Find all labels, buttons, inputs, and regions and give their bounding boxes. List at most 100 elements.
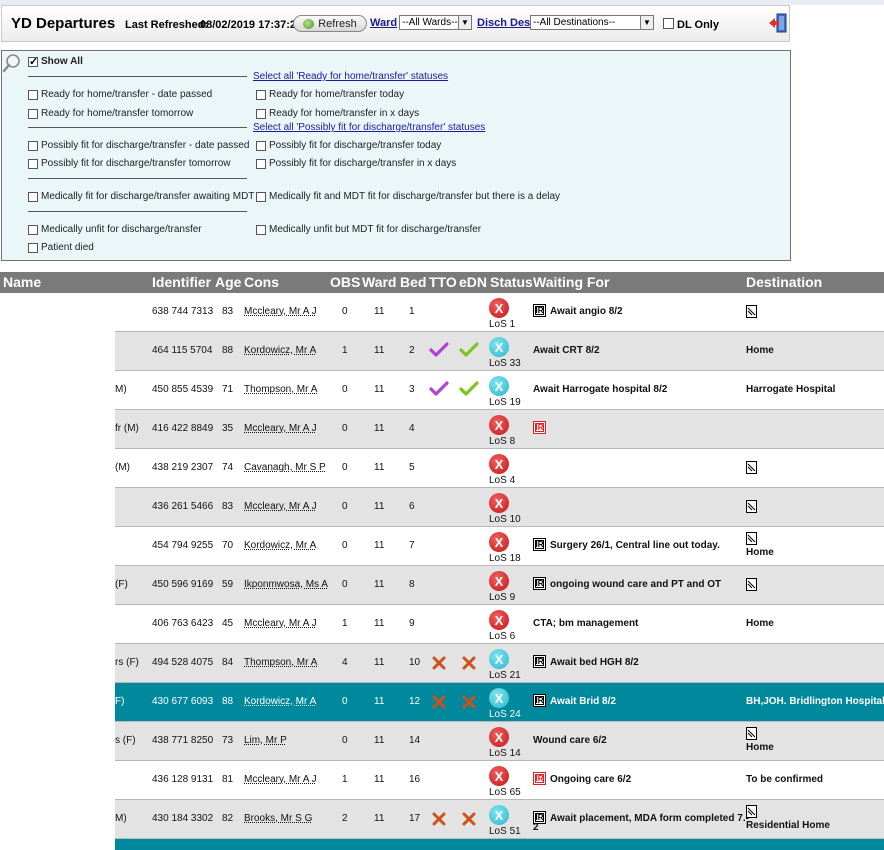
table-row[interactable]: H(F)450 596 916959Ikponmwosa, Ms A0118XL… bbox=[0, 566, 884, 605]
med-unfit-option[interactable]: Medically unfit for discharge/transfer bbox=[28, 224, 202, 235]
ward-link[interactable]: Ward bbox=[370, 17, 397, 29]
ready-today-option[interactable]: Ready for home/transfer today bbox=[256, 89, 404, 100]
note-icon[interactable] bbox=[746, 305, 758, 318]
ir-icon[interactable]: IR bbox=[533, 655, 546, 668]
header-cons[interactable]: Cons bbox=[244, 274, 279, 290]
consultant[interactable]: Mccleary, Mr A J bbox=[244, 618, 317, 629]
header-tto[interactable]: TTO bbox=[429, 274, 457, 290]
table-row[interactable]: Srs (F)494 528 407584Thompson, Mr A41110… bbox=[0, 644, 884, 683]
possibly-tomorrow-option[interactable]: Possibly fit for discharge/transfer tomo… bbox=[28, 158, 231, 169]
consultant[interactable]: Cavanagh, Mr S P bbox=[244, 462, 326, 473]
patient-died-option[interactable]: Patient died bbox=[28, 242, 94, 253]
note-icon[interactable] bbox=[746, 500, 758, 513]
checkbox[interactable] bbox=[256, 108, 266, 119]
tto-cross-icon[interactable] bbox=[432, 656, 446, 673]
magnifier-icon[interactable] bbox=[2, 53, 22, 73]
consultant[interactable]: Mccleary, Mr A J bbox=[244, 501, 317, 512]
table-row[interactable]: F406 763 642345Mccleary, Mr A J1119XLoS … bbox=[0, 605, 884, 644]
med-unfit-mdt-fit-option[interactable]: Medically unfit but MDT fit for discharg… bbox=[256, 224, 481, 235]
header-age[interactable]: Age bbox=[215, 274, 241, 290]
header-destination[interactable]: Destination bbox=[746, 274, 822, 290]
checkbox[interactable] bbox=[28, 224, 38, 235]
edn-cross-icon[interactable] bbox=[462, 695, 476, 712]
note-icon[interactable] bbox=[746, 532, 758, 545]
status-x-icon[interactable]: X bbox=[489, 415, 509, 435]
header-identifier[interactable]: Identifier bbox=[152, 274, 211, 290]
note-icon[interactable] bbox=[746, 461, 758, 474]
ready-x-days-option[interactable]: Ready for home/transfer in x days bbox=[256, 108, 419, 119]
status-x-icon[interactable]: X bbox=[489, 649, 509, 669]
status-x-icon[interactable]: X bbox=[489, 298, 509, 318]
show-all-option[interactable]: Show All bbox=[28, 55, 83, 68]
ir-icon[interactable]: IR bbox=[533, 538, 546, 551]
status-x-icon[interactable]: X bbox=[489, 493, 509, 513]
table-row[interactable]: E638 744 731383Mccleary, Mr A J0111XLoS … bbox=[0, 293, 884, 332]
edn-check-icon[interactable] bbox=[459, 381, 479, 400]
possibly-today-option[interactable]: Possibly fit for discharge/transfer toda… bbox=[256, 140, 441, 151]
exit-door-icon[interactable] bbox=[768, 13, 788, 33]
refresh-button[interactable]: Refresh bbox=[293, 15, 367, 32]
edn-cross-icon[interactable] bbox=[462, 812, 476, 829]
status-x-icon[interactable]: X bbox=[489, 805, 509, 825]
consultant[interactable]: Kordowicz, Mr A bbox=[244, 540, 316, 551]
checkbox[interactable] bbox=[28, 242, 38, 253]
status-x-icon[interactable]: X bbox=[489, 376, 509, 396]
edn-cross-icon[interactable] bbox=[462, 656, 476, 673]
ir-icon[interactable]: IR bbox=[533, 577, 546, 590]
tto-check-icon[interactable] bbox=[429, 381, 449, 400]
note-icon[interactable] bbox=[746, 805, 758, 818]
checkbox[interactable] bbox=[28, 108, 38, 119]
tto-cross-icon[interactable] bbox=[432, 812, 446, 829]
consultant[interactable]: Mccleary, Mr A J bbox=[244, 774, 317, 785]
checkbox[interactable] bbox=[28, 191, 38, 202]
show-all-checkbox[interactable] bbox=[28, 55, 38, 68]
consultant[interactable]: Mccleary, Mr A J bbox=[244, 306, 317, 317]
checkbox[interactable] bbox=[28, 140, 38, 151]
status-x-icon[interactable]: X bbox=[489, 454, 509, 474]
checkbox[interactable] bbox=[28, 158, 38, 169]
checkbox[interactable] bbox=[256, 158, 266, 169]
possibly-date-passed-option[interactable]: Possibly fit for discharge/transfer - da… bbox=[28, 140, 249, 151]
header-name[interactable]: Name bbox=[3, 274, 41, 290]
consultant[interactable]: Thompson, Mr A bbox=[244, 384, 317, 395]
med-fit-mdt-delay-option[interactable]: Medically fit and MDT fit for discharge/… bbox=[256, 191, 560, 202]
status-x-icon[interactable]: X bbox=[489, 610, 509, 630]
status-x-icon[interactable]: X bbox=[489, 766, 509, 786]
table-row[interactable]: M454 794 925570Kordowicz, Mr A0117XLoS 1… bbox=[0, 527, 884, 566]
table-row[interactable]: C436 261 546683Mccleary, Mr A J0116XLoS … bbox=[0, 488, 884, 527]
note-icon[interactable] bbox=[746, 727, 758, 740]
ready-date-passed-option[interactable]: Ready for home/transfer - date passed bbox=[28, 89, 212, 100]
med-fit-awaiting-mdt-option[interactable]: Medically fit for discharge/transfer awa… bbox=[28, 191, 254, 202]
header-bed[interactable]: Bed bbox=[400, 274, 426, 290]
checkbox[interactable] bbox=[256, 191, 266, 202]
consultant[interactable]: Kordowicz, Mr A bbox=[244, 696, 316, 707]
tto-cross-icon[interactable] bbox=[432, 695, 446, 712]
header-edn[interactable]: eDN bbox=[459, 274, 487, 290]
note-icon[interactable] bbox=[746, 578, 758, 591]
possibly-x-days-option[interactable]: Possibly fit for discharge/transfer in x… bbox=[256, 158, 456, 169]
header-status[interactable]: Status bbox=[490, 274, 533, 290]
ir-icon[interactable]: IR bbox=[533, 694, 546, 707]
status-x-icon[interactable]: X bbox=[489, 337, 509, 357]
header-ward[interactable]: Ward bbox=[362, 274, 396, 290]
consultant[interactable]: Kordowicz, Mr A bbox=[244, 345, 316, 356]
consultant[interactable]: Mccleary, Mr A J bbox=[244, 423, 317, 434]
select-possibly-link[interactable]: Select all 'Possibly fit for discharge/t… bbox=[253, 122, 485, 133]
ir-icon[interactable]: IR bbox=[533, 772, 546, 785]
consultant[interactable]: Thompson, Mr A bbox=[244, 657, 317, 668]
table-row[interactable]: SM)430 184 330282Brooks, Mr S G21117XLoS… bbox=[0, 800, 884, 839]
header-waiting-for[interactable]: Waiting For bbox=[533, 274, 609, 290]
ir-icon[interactable]: IR bbox=[533, 304, 546, 317]
table-row[interactable]: Efr (M)416 422 884935Mccleary, Mr A J011… bbox=[0, 410, 884, 449]
consultant[interactable]: Ikponmwosa, Ms A bbox=[244, 579, 328, 590]
status-x-icon[interactable]: X bbox=[489, 727, 509, 747]
checkbox[interactable] bbox=[28, 89, 38, 100]
checkbox[interactable] bbox=[256, 89, 266, 100]
checkbox[interactable] bbox=[256, 140, 266, 151]
consultant[interactable]: Lim, Mr P bbox=[244, 735, 287, 746]
edn-check-icon[interactable] bbox=[459, 342, 479, 361]
tto-check-icon[interactable] bbox=[429, 342, 449, 361]
table-row[interactable]: H436 128 913181Mccleary, Mr A J11116XLoS… bbox=[0, 761, 884, 800]
table-row[interactable]: Ns (F)438 771 825073Lim, Mr P01114XLoS 1… bbox=[0, 722, 884, 761]
disch-dest-link[interactable]: Disch Dest bbox=[477, 17, 534, 29]
